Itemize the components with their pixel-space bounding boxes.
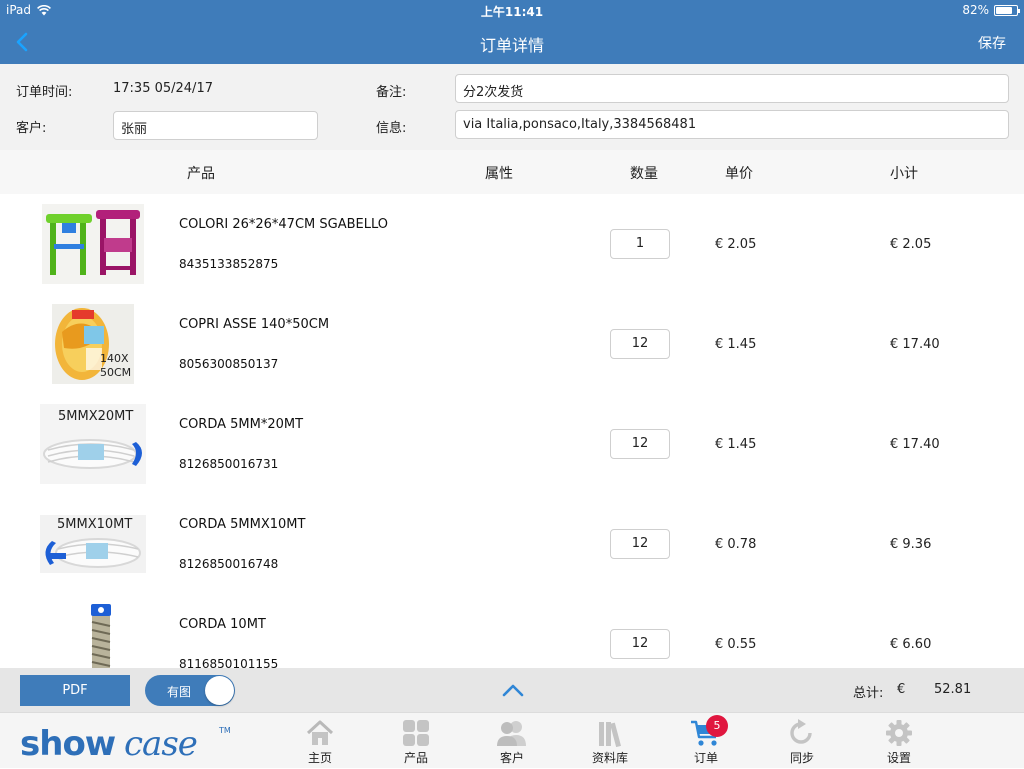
quantity-field[interactable]: 12 — [610, 329, 670, 359]
users-icon — [497, 721, 526, 746]
svg-text:show: show — [20, 724, 116, 763]
battery-icon — [994, 4, 1020, 16]
clock: 上午11:41 — [480, 5, 544, 19]
toggle-knob — [205, 676, 234, 705]
image-text: 5MMX20MT — [58, 409, 134, 424]
quantity-field[interactable]: 12 — [610, 529, 670, 559]
gear-icon — [886, 720, 912, 746]
column-subtotal: 小计 — [890, 166, 918, 182]
tab-label: 订单 — [693, 751, 718, 765]
unit-price: € 2.05 — [715, 237, 757, 252]
save-button[interactable]: 保存 — [978, 33, 1006, 53]
tab-bar: show case TM 主页 产品 客户 资料库 订单 5 同步 设置 — [0, 712, 1024, 768]
product-image — [42, 204, 144, 284]
unit-price: € 1.45 — [715, 437, 757, 452]
tab-label: 设置 — [886, 751, 911, 765]
quantity-field[interactable]: 1 — [610, 229, 670, 259]
product-image: 5MMX20MT — [40, 404, 146, 484]
tab-label: 同步 — [789, 751, 814, 765]
product-name: COLORI 26*26*47CM SGABELLO — [179, 217, 388, 232]
pdf-button[interactable]: PDF — [20, 675, 130, 706]
chevron-up-icon — [502, 684, 524, 697]
showcase-logo: show case TM — [20, 719, 235, 764]
show-images-toggle[interactable]: 有图 — [145, 675, 235, 706]
product-image — [86, 604, 116, 668]
unit-price: € 0.78 — [715, 537, 757, 552]
column-product: 产品 — [187, 166, 215, 182]
product-name: CORDA 5MM*20MT — [179, 417, 304, 432]
column-quantity: 数量 — [630, 166, 658, 182]
order-time-label: 订单时间: — [16, 85, 73, 100]
product-code: 8126850016748 — [179, 557, 279, 571]
sync-icon — [790, 719, 812, 744]
order-time-value: 17:35 05/24/17 — [113, 81, 213, 96]
nav-bar: 订单详情 保存 — [0, 20, 1024, 64]
order-info-panel: 订单时间: 17:35 05/24/17 客户: 张丽 备注: 分2次发货 信息… — [0, 64, 1024, 150]
product-image: 5MMX10MT — [40, 515, 146, 573]
customer-label: 客户: — [16, 121, 47, 136]
image-text: 50CM — [100, 366, 132, 379]
total-currency: € — [897, 682, 906, 697]
product-image: 140X 50CM — [52, 304, 134, 384]
quantity-field[interactable]: 12 — [610, 429, 670, 459]
note-field[interactable]: 分2次发货 — [455, 74, 1009, 103]
product-name: CORDA 10MT — [179, 617, 266, 632]
expand-button[interactable] — [500, 682, 526, 698]
image-text: 5MMX10MT — [57, 517, 133, 532]
library-icon — [599, 722, 622, 747]
total-label: 总计: — [853, 686, 884, 701]
tab-products[interactable]: 产品 — [386, 719, 446, 769]
tab-settings[interactable]: 设置 — [869, 719, 929, 769]
tab-customers[interactable]: 客户 — [482, 719, 542, 769]
home-icon — [306, 720, 334, 745]
tab-label: 主页 — [307, 751, 332, 765]
unit-price: € 0.55 — [715, 637, 757, 652]
tab-label: 资料库 — [591, 751, 628, 765]
battery-percent: 82% — [962, 3, 989, 17]
product-code: 8116850101155 — [179, 657, 279, 668]
column-unit-price: 单价 — [725, 166, 753, 182]
tab-label: 产品 — [403, 751, 428, 765]
info-field[interactable]: via Italia,ponsaco,Italy,3384568481 — [455, 110, 1009, 139]
subtotal: € 2.05 — [890, 237, 932, 252]
product-name: COPRI ASSE 140*50CM — [179, 317, 330, 332]
product-code: 8126850016731 — [179, 457, 279, 471]
grid-icon — [403, 720, 429, 746]
table-row[interactable]: CORDA 10MT 8116850101155 12 € 0.55 € 6.6… — [0, 594, 1024, 668]
table-row[interactable]: 140X 50CM COPRI ASSE 140*50CM 8056300850… — [0, 294, 1024, 394]
product-code: 8435133852875 — [179, 257, 279, 271]
subtotal: € 9.36 — [890, 537, 932, 552]
order-items-list[interactable]: COLORI 26*26*47CM SGABELLO 8435133852875… — [0, 194, 1024, 668]
svg-text:TM: TM — [218, 726, 231, 735]
page-title: 订单详情 — [479, 36, 544, 55]
customer-field[interactable]: 张丽 — [113, 111, 318, 140]
table-row[interactable]: 5MMX20MT CORDA 5MM*20MT 8126850016731 12… — [0, 394, 1024, 494]
table-row[interactable]: 5MMX10MT CORDA 5MMX10MT 8126850016748 12… — [0, 494, 1024, 594]
tab-sync[interactable]: 同步 — [772, 719, 832, 769]
subtotal: € 6.60 — [890, 637, 932, 652]
product-name: CORDA 5MMX10MT — [179, 517, 306, 532]
status-bar: iPad 上午11:41 82% — [0, 0, 1024, 20]
svg-text:case: case — [124, 724, 197, 763]
image-text: 140X — [100, 352, 129, 365]
subtotal: € 17.40 — [890, 337, 940, 352]
tab-label: 客户 — [499, 751, 524, 765]
toggle-label: 有图 — [167, 685, 192, 699]
order-count-badge: 5 — [706, 715, 728, 737]
tab-home[interactable]: 主页 — [290, 719, 350, 769]
info-label: 信息: — [376, 121, 407, 136]
note-label: 备注: — [376, 85, 407, 100]
subtotal: € 17.40 — [890, 437, 940, 452]
unit-price: € 1.45 — [715, 337, 757, 352]
table-header: 产品 属性 数量 单价 小计 — [0, 150, 1024, 194]
tab-library[interactable]: 资料库 — [580, 719, 640, 769]
quantity-field[interactable]: 12 — [610, 629, 670, 659]
product-code: 8056300850137 — [179, 357, 279, 371]
column-attribute: 属性 — [485, 166, 513, 182]
tab-orders[interactable]: 订单 5 — [676, 715, 736, 769]
action-bar: PDF 有图 总计: € 52.81 — [0, 668, 1024, 712]
table-row[interactable]: COLORI 26*26*47CM SGABELLO 8435133852875… — [0, 194, 1024, 294]
total-value: 52.81 — [934, 682, 972, 697]
